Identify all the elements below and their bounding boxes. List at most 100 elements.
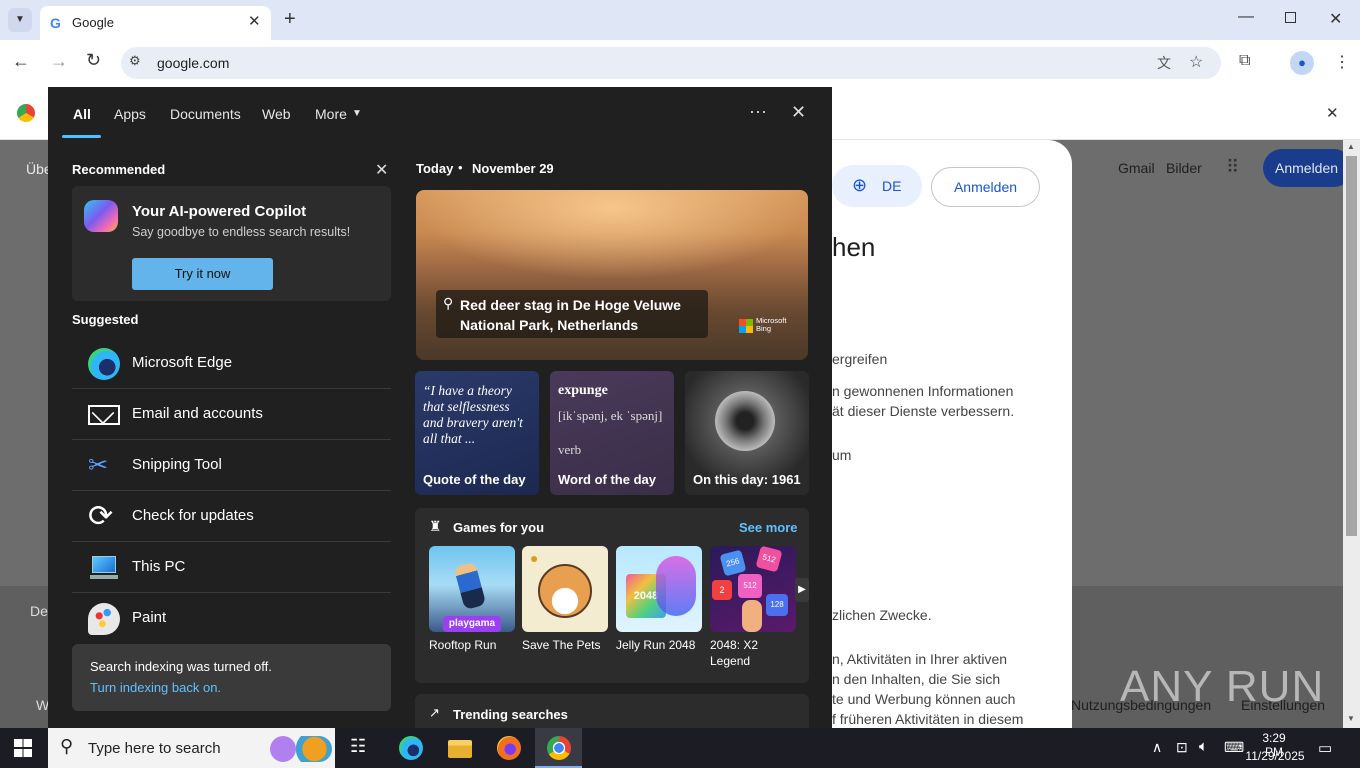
dialog-text-2: n gewonnenen Informationen: [832, 383, 1014, 399]
game-rooftop-run[interactable]: playgama: [429, 546, 515, 632]
suggested-item-thispc[interactable]: This PC: [72, 543, 391, 593]
reload-icon[interactable]: ↻: [86, 50, 101, 71]
bing-hero-image[interactable]: ⚲ Red deer stag in De Hoge Veluwe Nation…: [416, 190, 808, 360]
game-name: 2048: X2 Legend: [710, 638, 759, 668]
scroll-down-icon[interactable]: ▼: [1347, 714, 1355, 723]
dialog-text-4: um: [832, 447, 852, 463]
bing-brand: Microsoft Bing: [756, 316, 787, 333]
language-label: DE: [882, 178, 902, 194]
tab-more[interactable]: More: [315, 106, 347, 122]
forward-icon[interactable]: →: [50, 51, 68, 72]
quote-text: “I have a theory that selflessness and b…: [423, 383, 523, 446]
dialog-text-7: n den Inhalten, die Sie sich: [832, 671, 1001, 687]
suggested-item-label: Snipping Tool: [132, 456, 222, 473]
globe-icon: ⊕: [852, 175, 868, 195]
hand-pointer: [742, 600, 762, 632]
google-favicon-icon: G: [50, 15, 61, 31]
edge-taskbar-icon[interactable]: [399, 736, 423, 760]
clock-date[interactable]: 11/29/2025: [1244, 749, 1306, 763]
back-icon[interactable]: ←: [12, 51, 30, 72]
profile-avatar-icon[interactable]: ●: [1290, 51, 1314, 75]
tab-title: Google: [72, 15, 114, 30]
panel-options-icon[interactable]: ···: [749, 101, 767, 122]
input-icon[interactable]: ⌨︎: [1224, 739, 1244, 756]
site-info-icon[interactable]: ⚙: [129, 53, 141, 69]
trending-icon: ↗: [429, 705, 440, 720]
refresh-icon: ⟳: [88, 500, 114, 533]
url-text[interactable]: google.com: [157, 55, 229, 71]
tray-chevron-icon[interactable]: ∧: [1152, 739, 1162, 756]
network-icon[interactable]: ⊡: [1176, 739, 1188, 756]
file-explorer-icon[interactable]: [448, 740, 472, 758]
new-tab-icon[interactable]: +: [284, 8, 296, 31]
indexing-link[interactable]: Turn indexing back on.: [90, 680, 221, 695]
firefox-icon[interactable]: [497, 736, 521, 760]
language-button[interactable]: ⊕ DE: [832, 165, 922, 207]
tab-search-button[interactable]: ▼: [8, 8, 32, 32]
translate-icon[interactable]: 文: [1157, 53, 1171, 73]
game-save-the-pets[interactable]: ●: [522, 546, 608, 632]
minimize-icon[interactable]: —: [1238, 8, 1254, 26]
browser-menu-icon[interactable]: ⋮: [1334, 52, 1350, 72]
tab-close-icon[interactable]: ✕: [248, 12, 261, 30]
games-next-arrow-icon[interactable]: ▶: [795, 578, 809, 602]
location-pin-icon: ⚲: [443, 295, 454, 311]
indexing-notice: Search indexing was turned off. Turn ind…: [72, 644, 391, 711]
game-name: Rooftop Run: [429, 638, 497, 652]
tab-web[interactable]: Web: [262, 106, 291, 122]
suggested-item-edge[interactable]: Microsoft Edge: [72, 339, 391, 389]
close-window-icon[interactable]: ✕: [1329, 9, 1342, 29]
scroll-up-icon[interactable]: ▲: [1347, 142, 1355, 151]
signin-button[interactable]: Anmelden: [1263, 149, 1353, 187]
tab-apps[interactable]: Apps: [114, 106, 146, 122]
apps-grid-icon[interactable]: ⠿: [1226, 157, 1239, 178]
taskbar-search-box[interactable]: ⚲ Type here to search: [48, 728, 335, 768]
games-see-more-link[interactable]: See more: [739, 520, 798, 535]
recommended-dismiss-icon[interactable]: ✕: [375, 160, 388, 180]
suggested-item-updates[interactable]: ⟳ Check for updates: [72, 492, 391, 542]
edge-icon: [88, 348, 120, 380]
dialog-text-9: f früheren Aktivitäten in diesem: [832, 711, 1024, 727]
tab-google[interactable]: G Google ✕: [40, 6, 271, 40]
scrollbar-thumb[interactable]: [1346, 156, 1357, 536]
tab-documents[interactable]: Documents: [170, 106, 241, 122]
hero-sun-glow: [416, 190, 808, 280]
bookmark-star-icon[interactable]: ☆: [1189, 52, 1203, 72]
infobar-close-icon[interactable]: ✕: [1326, 104, 1339, 122]
chrome-logo-icon: [17, 104, 35, 122]
windows-start-icon[interactable]: [14, 739, 32, 757]
images-link[interactable]: Bilder: [1166, 160, 1202, 176]
snipping-tool-icon: ✂: [88, 452, 109, 479]
footer-link-de[interactable]: De: [30, 603, 48, 619]
word-caption: Word of the day: [558, 472, 656, 487]
notification-icon[interactable]: ▭: [1318, 739, 1332, 757]
chrome-taskbar-button[interactable]: [535, 728, 582, 768]
maximize-icon[interactable]: [1285, 12, 1296, 23]
suggested-item-paint[interactable]: Paint: [72, 594, 391, 644]
word-text: expunge: [558, 383, 608, 398]
game-name: Jelly Run 2048: [616, 638, 696, 652]
gmail-link[interactable]: Gmail: [1118, 160, 1155, 176]
suggested-item-snipping[interactable]: ✂ Snipping Tool: [72, 441, 391, 491]
jelly-track: [656, 556, 696, 616]
extensions-icon[interactable]: ⧉: [1239, 52, 1250, 70]
task-view-icon[interactable]: ☷: [350, 736, 374, 760]
copilot-try-button[interactable]: Try it now: [132, 258, 273, 290]
suggested-item-label: Email and accounts: [132, 405, 263, 422]
suggested-item-email[interactable]: Email and accounts: [72, 390, 391, 440]
history-tile[interactable]: On this day: 1961: [685, 371, 809, 495]
game-jelly-run[interactable]: 2048: [616, 546, 702, 632]
volume-icon[interactable]: 🔈︎: [1199, 738, 1208, 755]
address-bar[interactable]: ⚙ google.com 文 ☆: [121, 47, 1221, 79]
page-scrollbar[interactable]: ▲ ▼: [1343, 140, 1360, 728]
quote-tile[interactable]: “I have a theory that selflessness and b…: [415, 371, 539, 495]
more-chevron-icon[interactable]: ▼: [352, 108, 362, 119]
panel-close-icon[interactable]: ✕: [791, 102, 806, 123]
suggested-item-label: Paint: [132, 609, 167, 626]
word-tile[interactable]: expunge [ikˈspənj, ek ˈspənj] verb Word …: [550, 371, 674, 495]
dialog-signin-button[interactable]: Anmelden: [931, 167, 1040, 207]
tab-all[interactable]: All: [73, 106, 91, 122]
dog-face: [538, 564, 592, 618]
today-label: Today: [416, 161, 454, 176]
game-2048-x2[interactable]: 256 512 512 2 128: [710, 546, 796, 632]
